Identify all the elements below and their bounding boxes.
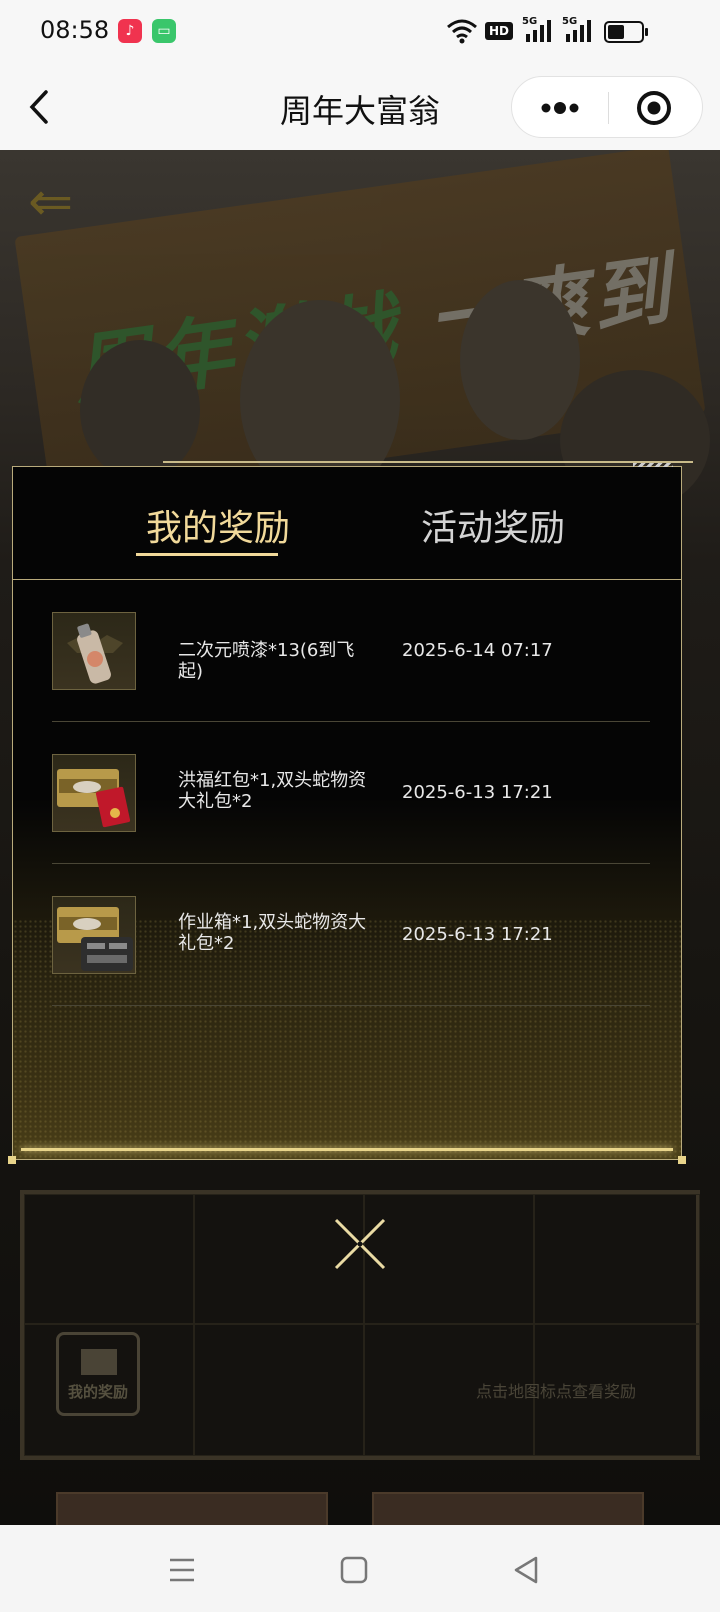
message-app-icon: ▭: [152, 19, 176, 43]
reward-date: 2025-6-14 07:17: [402, 640, 553, 661]
bottom-game-button[interactable]: [56, 1492, 328, 1525]
network-type-label: 5G: [522, 16, 538, 27]
reward-date: 2025-6-13 17:21: [402, 924, 553, 945]
map-hint-text: 点击地图标点查看奖励: [476, 1382, 637, 1401]
home-nav-button[interactable]: [334, 1550, 374, 1590]
wifi-icon: [447, 19, 477, 44]
reward-name: 洪福红包*1,双头蛇物资大礼包*2: [178, 770, 367, 812]
home-square-icon: [340, 1556, 368, 1584]
menu-nav-button[interactable]: [162, 1550, 202, 1590]
tab-activity-rewards[interactable]: 活动奖励: [383, 499, 603, 559]
close-modal-button[interactable]: [330, 1214, 390, 1274]
close-icon: [334, 1218, 386, 1270]
network-type-label: 5G: [562, 16, 578, 27]
hd-icon: HD: [485, 22, 513, 40]
back-triangle-icon: [514, 1556, 538, 1584]
gift-icon: [81, 1349, 117, 1375]
status-bar: 08:58 ♪ ▭ HD 5G 5G: [0, 0, 720, 64]
system-nav-bar: [0, 1525, 720, 1612]
title-bar: 周年大富翁: [0, 64, 720, 150]
signal-5g-icon: 5G: [522, 16, 556, 44]
red-envelope-crate-icon: [52, 754, 136, 832]
reward-list-item: 二次元喷漆*13(6到飞起) 2025-6-14 07:17: [52, 580, 650, 722]
reward-date: 2025-6-13 17:21: [402, 782, 553, 803]
status-time: 08:58: [40, 16, 110, 44]
close-mini-program-button[interactable]: [609, 77, 704, 139]
more-dots-icon: [541, 102, 579, 114]
spray-paint-icon: [52, 612, 136, 690]
active-tab-indicator: [136, 553, 278, 556]
tab-my-rewards[interactable]: 我的奖励: [108, 499, 328, 559]
mini-program-capsule: [511, 76, 703, 138]
reward-list-item: 作业箱*1,双头蛇物资大礼包*2 2025-6-13 17:21: [52, 864, 650, 1006]
character-figure: [80, 340, 200, 480]
battery-icon: [604, 21, 648, 43]
reward-name: 二次元喷漆*13(6到飞起): [178, 640, 355, 682]
music-app-icon: ♪: [118, 19, 142, 43]
menu-lines-icon: [170, 1558, 194, 1582]
signal-5g-icon: 5G: [562, 16, 596, 44]
game-back-arrow-icon: ⇐: [28, 170, 74, 233]
more-button[interactable]: [512, 77, 608, 139]
back-nav-button[interactable]: [506, 1550, 546, 1590]
character-figure: [460, 280, 580, 440]
my-rewards-gift-button[interactable]: 我的奖励: [56, 1332, 140, 1416]
target-circle-icon: [637, 91, 671, 125]
bottom-game-button[interactable]: [372, 1492, 644, 1525]
toolbox-crate-icon: [52, 896, 136, 974]
reward-name: 作业箱*1,双头蛇物资大礼包*2: [178, 912, 367, 954]
gift-label: 我的奖励: [67, 1383, 128, 1401]
rewards-modal: 我的奖励 活动奖励 二次元喷漆*13(6到飞起) 2025-6-14 07:17: [8, 461, 693, 1164]
reward-list-item: 洪福红包*1,双头蛇物资大礼包*2 2025-6-13 17:21: [52, 722, 650, 864]
